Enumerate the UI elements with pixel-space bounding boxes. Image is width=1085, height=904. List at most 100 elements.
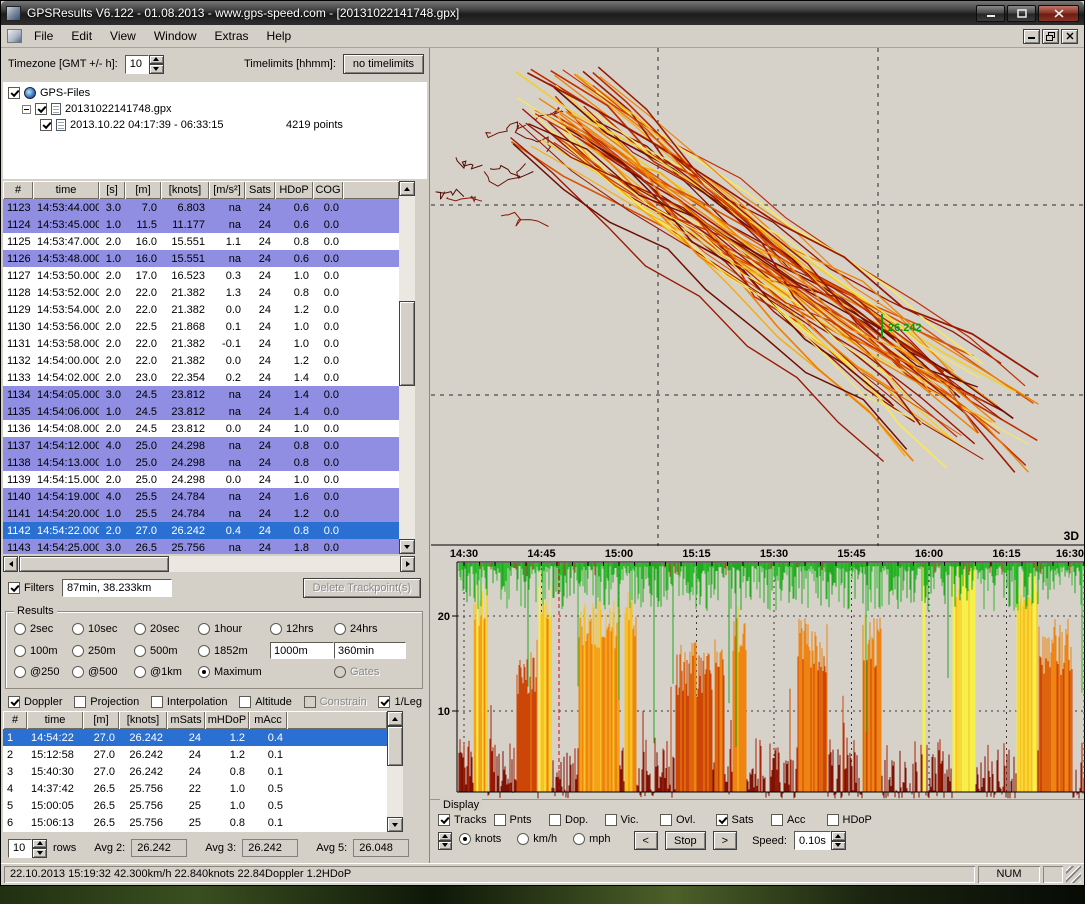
menu-help[interactable]: Help	[258, 25, 301, 47]
table-row[interactable]: 113714:54:12.0004.025.024.298na240.80.0	[3, 437, 399, 454]
table-row[interactable]: 114214:54:22.0002.027.026.2420.4240.80.0	[3, 522, 399, 539]
table-row[interactable]: 515:00:0526.525.756251.00.5	[3, 797, 387, 814]
scroll-left-icon[interactable]	[3, 556, 18, 572]
pnts-checkbox[interactable]: Pnts	[494, 814, 550, 826]
knots-radio[interactable]: knots	[459, 833, 501, 845]
menu-view[interactable]: View	[101, 25, 145, 47]
timezone-spinner[interactable]: 10	[125, 55, 164, 74]
close-button[interactable]	[1038, 5, 1079, 22]
timelimits-button[interactable]: no timelimits	[343, 54, 424, 74]
playback-step-spinner[interactable]	[438, 832, 452, 850]
table-row[interactable]: 112314:53:44.0003.07.06.803na240.60.0	[3, 199, 399, 216]
table-row[interactable]: 114314:54:25.0003.026.525.756na241.80.0	[3, 539, 399, 554]
250-radio[interactable]: @250	[14, 666, 72, 678]
step-back-button[interactable]: <	[634, 831, 658, 850]
column-header[interactable]: [knots]	[161, 181, 209, 199]
table-row[interactable]: 112914:53:54.0002.022.021.3820.0241.20.0	[3, 301, 399, 318]
delete-trackpoints-button[interactable]: Delete Trackpoint(s)	[303, 578, 421, 598]
acc-checkbox[interactable]: Acc	[771, 814, 827, 826]
spin-down-icon[interactable]	[831, 841, 846, 851]
spin-up-icon[interactable]	[32, 839, 47, 849]
mph-radio[interactable]: mph	[573, 833, 610, 845]
table-row[interactable]: 114:54:2227.026.242241.20.4	[3, 729, 387, 746]
20sec-radio[interactable]: 20sec	[134, 623, 198, 635]
table-row[interactable]: 215:12:5827.026.242241.20.1	[3, 746, 387, 763]
column-header[interactable]: mAcc	[249, 711, 287, 729]
1km-radio[interactable]: @1km	[134, 666, 198, 678]
table-row[interactable]: 414:37:4226.525.756221.00.5	[3, 780, 387, 797]
speed-graph[interactable]: 14:3014:4515:0015:1515:3015:4516:0016:15…	[431, 546, 1085, 799]
spin-down-icon[interactable]	[438, 841, 452, 850]
500-radio[interactable]: @500	[72, 666, 134, 678]
table-row[interactable]: 113014:53:56.0002.022.521.8680.1241.00.0	[3, 318, 399, 335]
trackpoint-table-scrollbar[interactable]	[399, 181, 415, 554]
column-header[interactable]: mHDoP	[205, 711, 249, 729]
table-row[interactable]: 615:06:1326.525.756250.80.1	[3, 814, 387, 831]
column-header[interactable]: [knots]	[119, 711, 167, 729]
column-header[interactable]: HDoP	[275, 181, 313, 199]
column-header[interactable]: COG	[313, 181, 343, 199]
doppler-checkbox[interactable]: Doppler	[8, 696, 63, 708]
column-header[interactable]: [m]	[83, 711, 119, 729]
speed-spinner[interactable]: 0.10s	[794, 831, 846, 850]
filter-range-input[interactable]: 87min, 38.233km	[62, 579, 172, 597]
500m-radio[interactable]: 500m	[134, 645, 198, 657]
minimize-button[interactable]	[976, 5, 1005, 22]
results-table-scrollbar[interactable]	[387, 711, 403, 832]
table-row[interactable]: 315:40:3027.026.242240.80.1	[3, 763, 387, 780]
tracks-checkbox[interactable]: Tracks	[438, 814, 494, 826]
100m-radio[interactable]: 100m	[14, 645, 72, 657]
child-minimize-button[interactable]	[1023, 29, 1040, 44]
column-header[interactable]: mSats	[167, 711, 205, 729]
interpolation-checkbox[interactable]: Interpolation	[151, 696, 228, 708]
step-forward-button[interactable]: >	[713, 831, 737, 850]
ovl-checkbox[interactable]: Ovl.	[660, 814, 716, 826]
scrollbar-thumb[interactable]	[399, 301, 415, 386]
distance-input[interactable]: 1000m	[270, 642, 334, 659]
column-header[interactable]: [m]	[125, 181, 161, 199]
spin-down-icon[interactable]	[149, 64, 164, 74]
table-row[interactable]: 114014:54:19.0004.025.524.784na241.60.0	[3, 488, 399, 505]
resize-grip[interactable]	[1066, 866, 1081, 883]
menu-edit[interactable]: Edit	[62, 25, 101, 47]
table-row[interactable]: 113114:53:58.0002.022.021.382-0.1241.00.…	[3, 335, 399, 352]
10sec-radio[interactable]: 10sec	[72, 623, 134, 635]
table-row[interactable]: 112614:53:48.0001.016.015.551na240.60.0	[3, 250, 399, 267]
maximize-button[interactable]	[1007, 5, 1036, 22]
collapse-icon[interactable]	[22, 105, 31, 114]
column-header[interactable]: time	[27, 711, 83, 729]
gps-files-checkbox[interactable]	[8, 87, 20, 99]
track-map[interactable]: 26.2423D	[431, 48, 1085, 546]
menu-window[interactable]: Window	[145, 25, 206, 47]
hdop-checkbox[interactable]: HDoP	[827, 814, 883, 826]
km-h-radio[interactable]: km/h	[517, 833, 557, 845]
column-header[interactable]: [s]	[99, 181, 125, 199]
column-header[interactable]: Sats	[245, 181, 275, 199]
menu-extras[interactable]: Extras	[206, 25, 258, 47]
2sec-radio[interactable]: 2sec	[14, 623, 72, 635]
table-row[interactable]: 113914:54:15.0002.025.024.2980.0241.00.0	[3, 471, 399, 488]
table-row[interactable]: 113314:54:02.0002.023.022.3540.2241.40.0	[3, 369, 399, 386]
duration-input[interactable]: 360min	[334, 642, 406, 659]
scroll-up-icon[interactable]	[399, 181, 415, 196]
1852m-radio[interactable]: 1852m	[198, 645, 270, 657]
spin-down-icon[interactable]	[32, 848, 47, 858]
menu-file[interactable]: File	[25, 25, 62, 47]
track-checkbox[interactable]	[40, 119, 52, 131]
1-leg-checkbox[interactable]: 1/Leg	[378, 696, 422, 708]
column-header[interactable]: #	[3, 711, 27, 729]
scroll-down-icon[interactable]	[399, 539, 415, 554]
spin-up-icon[interactable]	[149, 55, 164, 65]
table-row[interactable]: 112714:53:50.0002.017.016.5230.3241.00.0	[3, 267, 399, 284]
tree-item-gpx-file[interactable]: 20131022141748.gpx	[3, 101, 427, 117]
stop-button[interactable]: Stop	[665, 831, 706, 850]
24hrs-radio[interactable]: 24hrs	[334, 623, 406, 635]
scroll-down-icon[interactable]	[387, 817, 403, 832]
table-row[interactable]: 113514:54:06.0001.024.523.812na241.40.0	[3, 403, 399, 420]
column-header[interactable]: [m/s²]	[209, 181, 245, 199]
1hour-radio[interactable]: 1hour	[198, 623, 270, 635]
column-header[interactable]: time	[33, 181, 99, 199]
gpx-file-checkbox[interactable]	[35, 103, 47, 115]
projection-checkbox[interactable]: Projection	[74, 696, 139, 708]
trackpoint-table-hscrollbar[interactable]	[3, 556, 415, 572]
